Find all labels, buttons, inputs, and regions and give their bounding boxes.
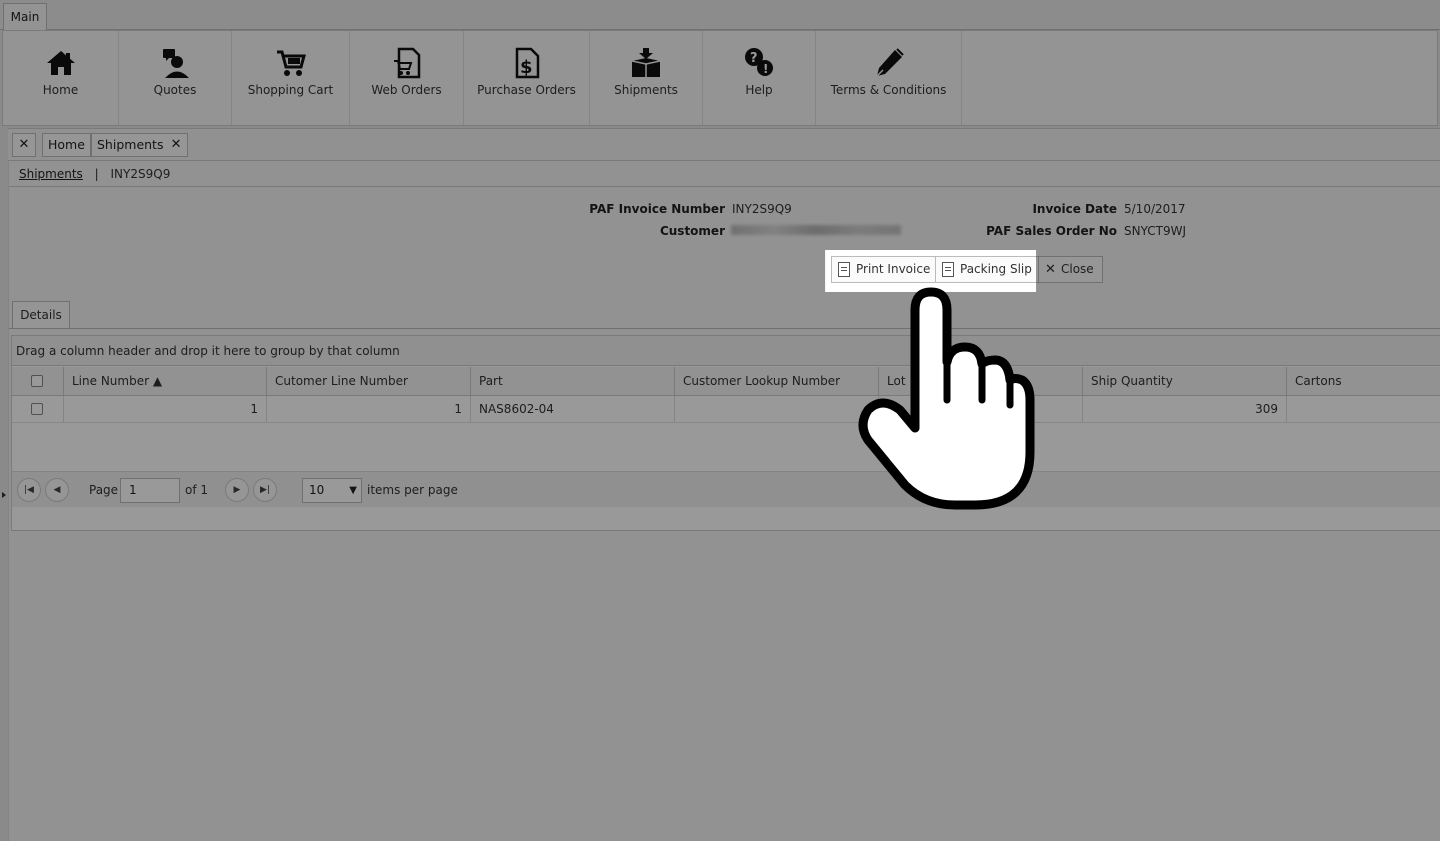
ribbon-purchase-orders-button[interactable]: $ Purchase Orders <box>464 31 590 125</box>
chevron-down-icon: ▼ <box>349 485 357 496</box>
close-icon: ✕ <box>1045 262 1056 277</box>
web-orders-icon <box>393 47 420 79</box>
tab-details[interactable]: Details <box>12 301 70 329</box>
sidebar-expand-icon[interactable] <box>2 492 6 498</box>
ribbon-shopping-cart-label: Shopping Cart <box>247 83 334 97</box>
select-all-checkbox[interactable] <box>31 375 43 387</box>
invoice-date-value: 5/10/2017 <box>1124 202 1186 216</box>
page-size-select[interactable]: 10 ▼ <box>302 478 362 503</box>
column-header-part[interactable]: Part <box>470 367 674 396</box>
ribbon-quotes-label: Quotes <box>153 83 197 97</box>
ribbon-help-label: Help <box>745 83 773 97</box>
breadcrumb-shipments-link[interactable]: Shipments <box>19 167 83 181</box>
print-invoice-label: Print Invoice <box>856 262 931 276</box>
shipment-detail-page: Shipments | INY2S9Q9 PAF Invoice Number … <box>8 161 1440 841</box>
ribbon-tab-bar: Main <box>0 0 1440 31</box>
close-all-tabs-button[interactable]: ✕ <box>12 133 36 157</box>
ribbon: Home Quotes Shopping Cart Web Orders $ P… <box>2 30 1438 126</box>
cell-ship-quantity: 309 <box>1082 396 1286 423</box>
sales-order-value: SNYCT9WJ <box>1124 224 1187 238</box>
ribbon-shipments-button[interactable]: Shipments <box>590 31 703 125</box>
invoice-date-label: Invoice Date <box>1032 202 1117 216</box>
select-all-cell <box>12 367 63 396</box>
cell-cartons <box>1286 396 1440 423</box>
column-header-cartons[interactable]: Cartons <box>1286 367 1440 396</box>
ribbon-quotes-button[interactable]: Quotes <box>119 31 232 125</box>
svg-text:$: $ <box>520 57 533 78</box>
svg-text:?: ? <box>750 51 758 66</box>
next-page-button[interactable]: ▶ <box>225 478 249 502</box>
ribbon-terms-label: Terms & Conditions <box>830 83 947 97</box>
quotes-icon <box>163 49 189 78</box>
open-tabs-bar: ✕ Home Shipments ✕ <box>8 128 1440 161</box>
ribbon-purchase-orders-label: Purchase Orders <box>477 83 576 97</box>
items-per-page-label: items per page <box>367 483 458 497</box>
ribbon-shipments-label: Shipments <box>614 83 678 97</box>
close-label: Close <box>1061 262 1094 276</box>
cell-part: NAS8602-04 <box>470 396 674 423</box>
svg-text:!: ! <box>763 62 768 76</box>
packing-slip-button[interactable]: Packing Slip <box>935 256 1041 283</box>
close-button[interactable]: ✕ Close <box>1038 256 1103 283</box>
breadcrumb-separator: | <box>94 167 99 181</box>
document-icon <box>942 262 954 277</box>
ribbon-web-orders-label: Web Orders <box>371 83 442 97</box>
tab-shipments-label: Shipments <box>97 137 164 152</box>
customer-value-redacted <box>731 225 901 235</box>
row-checkbox[interactable] <box>31 403 43 415</box>
shipments-icon <box>631 48 661 77</box>
ribbon-home-button[interactable]: Home <box>3 31 119 125</box>
ribbon-home-label: Home <box>42 83 79 97</box>
grid-header: Line Number ▲ Cutomer Line Number Part C… <box>12 367 1440 396</box>
ribbon-help-button[interactable]: ?! Help <box>703 31 816 125</box>
home-icon <box>46 51 75 75</box>
ribbon-tab-main[interactable]: Main <box>3 3 47 31</box>
pen-icon <box>875 48 904 77</box>
details-tab-divider <box>9 328 1440 329</box>
breadcrumb: Shipments | INY2S9Q9 <box>19 167 170 181</box>
invoice-number-value: INY2S9Q9 <box>732 202 792 216</box>
column-header-lot-number[interactable]: Lot N <box>878 367 1082 396</box>
group-by-drop-zone[interactable]: Drag a column header and drop it here to… <box>12 336 1440 366</box>
page-size-value: 10 <box>309 483 325 497</box>
table-row[interactable]: 1 1 NAS8602-04 74 309 <box>12 396 1440 423</box>
cell-lot-number: 74 <box>878 396 1082 423</box>
packing-slip-label: Packing Slip <box>960 262 1032 276</box>
cell-customer-line-number: 1 <box>266 396 470 423</box>
grid-pager: |◀ ◀ Page 1 of 1 ▶ ▶| 10 ▼ items per pag… <box>12 471 1440 507</box>
tab-home[interactable]: Home <box>42 133 91 157</box>
print-invoice-button[interactable]: Print Invoice <box>831 256 940 283</box>
breadcrumb-divider <box>9 186 1440 187</box>
column-header-ship-quantity[interactable]: Ship Quantity <box>1082 367 1286 396</box>
first-page-button[interactable]: |◀ <box>17 478 41 502</box>
invoice-number-label: PAF Invoice Number <box>589 202 725 216</box>
ribbon-web-orders-button[interactable]: Web Orders <box>350 31 464 125</box>
ribbon-terms-button[interactable]: Terms & Conditions <box>816 31 962 125</box>
customer-label: Customer <box>659 224 725 238</box>
page-number-input[interactable]: 1 <box>120 478 180 503</box>
close-tab-icon[interactable]: ✕ <box>171 134 182 156</box>
row-select-cell <box>12 396 63 423</box>
tab-shipments[interactable]: Shipments ✕ <box>91 133 189 157</box>
help-icon: ?! <box>745 48 773 76</box>
column-header-line-number[interactable]: Line Number ▲ <box>63 367 266 396</box>
cell-line-number: 1 <box>63 396 266 423</box>
breadcrumb-current: INY2S9Q9 <box>110 167 171 181</box>
column-header-customer-lookup-number[interactable]: Customer Lookup Number <box>674 367 878 396</box>
details-grid: Drag a column header and drop it here to… <box>11 335 1440 531</box>
page-count-label: of 1 <box>185 483 209 497</box>
cell-customer-lookup-number <box>674 396 878 423</box>
last-page-button[interactable]: ▶| <box>253 478 277 502</box>
previous-page-button[interactable]: ◀ <box>45 478 69 502</box>
page-label: Page <box>89 483 119 497</box>
purchase-orders-icon: $ <box>515 47 539 79</box>
document-icon <box>838 262 850 277</box>
ribbon-shopping-cart-button[interactable]: Shopping Cart <box>232 31 350 125</box>
sales-order-label: PAF Sales Order No <box>986 224 1117 238</box>
shopping-cart-icon <box>276 50 306 76</box>
column-header-customer-line-number[interactable]: Cutomer Line Number <box>266 367 470 396</box>
